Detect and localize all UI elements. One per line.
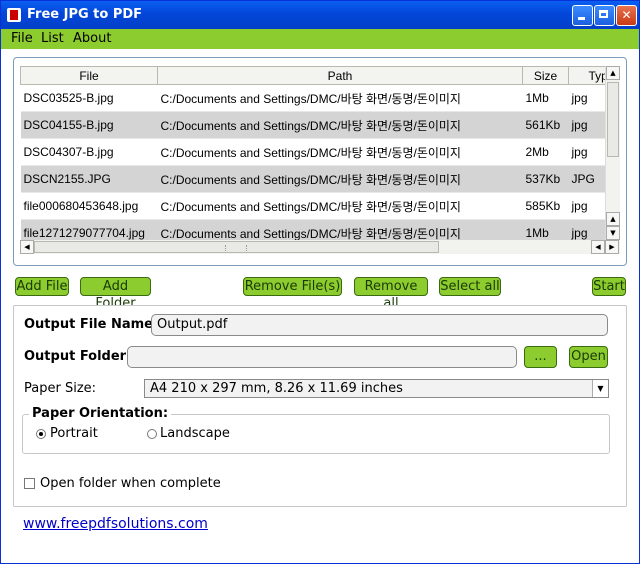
cell-file: file000680453648.jpg (20, 192, 158, 220)
table-row[interactable]: file1271279077704.jpg C:/Documents and S… (20, 219, 612, 240)
website-link[interactable]: www.freepdfsolutions.com (23, 516, 208, 532)
landscape-radio[interactable] (147, 429, 157, 439)
settings-panel: Output File Name: Output.pdf Output Fold… (13, 305, 627, 507)
cell-file: DSC04155-B.jpg (20, 111, 158, 139)
browse-folder-button[interactable]: ... (524, 346, 557, 368)
cell-file: DSC03525-B.jpg (20, 84, 158, 112)
column-header-path[interactable]: Path (157, 66, 523, 85)
cell-size: 2Mb (522, 138, 569, 166)
cell-size: 561Kb (522, 111, 569, 139)
cell-path: C:/Documents and Settings/DMC/바탕 화면/동명/돈… (157, 111, 523, 139)
paper-size-select[interactable]: A4 210 x 297 mm, 8.26 x 11.69 inches ▼ (144, 379, 609, 398)
app-window: Free JPG to PDF ✕ File List About File P… (0, 0, 640, 564)
minimize-icon (573, 6, 592, 25)
cell-size: 537Kb (522, 165, 569, 193)
file-list-grid[interactable]: File Path Size Type DSC03525-B.jpg C:/Do… (20, 66, 612, 240)
output-folder-label: Output Folder: (24, 349, 132, 364)
cell-file: DSCN2155.JPG (20, 165, 158, 193)
title-bar[interactable]: Free JPG to PDF ✕ (1, 1, 639, 29)
scroll-up-icon[interactable]: ▲ (606, 66, 620, 80)
cell-path: C:/Documents and Settings/DMC/바탕 화면/동명/돈… (157, 138, 523, 166)
table-row[interactable]: DSC03525-B.jpg C:/Documents and Settings… (20, 84, 612, 112)
paper-orientation-group: Paper Orientation: Portrait Landscape (22, 406, 610, 454)
output-file-input[interactable]: Output.pdf (151, 314, 608, 336)
add-folder-button[interactable]: Add Folder (80, 277, 151, 311)
output-folder-input[interactable] (127, 346, 517, 368)
close-icon: ✕ (621, 8, 632, 22)
close-button[interactable]: ✕ (616, 5, 637, 26)
chevron-down-icon[interactable]: ▼ (592, 380, 608, 397)
paper-size-label: Paper Size: (24, 381, 97, 396)
table-row[interactable]: DSC04155-B.jpg C:/Documents and Settings… (20, 111, 612, 139)
landscape-label[interactable]: Landscape (160, 426, 230, 441)
main-content: File Path Size Type DSC03525-B.jpg C:/Do… (1, 49, 639, 563)
output-file-label: Output File Name: (24, 317, 159, 332)
menu-list[interactable]: List (41, 31, 64, 46)
start-button[interactable]: Start (592, 277, 626, 296)
cell-path: C:/Documents and Settings/DMC/바탕 화면/동명/돈… (157, 165, 523, 193)
horizontal-scrollbar[interactable]: ◀ ◀ ▶ (20, 240, 620, 254)
pdf-app-icon (7, 8, 21, 22)
menu-file[interactable]: File (11, 31, 33, 46)
select-all-button[interactable]: Select all (439, 277, 501, 296)
menu-about[interactable]: About (73, 31, 111, 46)
open-folder-checkbox-label[interactable]: Open folder when complete (40, 476, 221, 491)
table-row[interactable]: DSC04307-B.jpg C:/Documents and Settings… (20, 138, 612, 166)
remove-all-button[interactable]: Remove all (354, 277, 428, 311)
window-title: Free JPG to PDF (27, 7, 143, 22)
table-row[interactable]: file000680453648.jpg C:/Documents and Se… (20, 192, 612, 220)
cell-file: DSC04307-B.jpg (20, 138, 158, 166)
cell-path: C:/Documents and Settings/DMC/바탕 화면/동명/돈… (157, 84, 523, 112)
file-list-panel: File Path Size Type DSC03525-B.jpg C:/Do… (13, 57, 627, 266)
paper-size-value: A4 210 x 297 mm, 8.26 x 11.69 inches (150, 381, 403, 396)
minimize-button[interactable] (572, 5, 593, 26)
cell-path: C:/Documents and Settings/DMC/바탕 화면/동명/돈… (157, 219, 523, 240)
grip-icon (225, 245, 247, 251)
add-file-button[interactable]: Add File (15, 277, 69, 296)
scroll-left-icon[interactable]: ◀ (591, 240, 605, 254)
cell-size: 585Kb (522, 192, 569, 220)
scroll-down-icon[interactable]: ▼ (606, 226, 620, 240)
vertical-scrollbar[interactable]: ▲ ▲ ▼ (605, 66, 620, 240)
column-header-file[interactable]: File (20, 66, 158, 85)
cell-path: C:/Documents and Settings/DMC/바탕 화면/동명/돈… (157, 192, 523, 220)
paper-orientation-label: Paper Orientation: (29, 406, 172, 421)
portrait-radio[interactable] (36, 429, 46, 439)
cell-size: 1Mb (522, 219, 569, 240)
maximize-button[interactable] (594, 5, 615, 26)
scroll-left-icon[interactable]: ◀ (20, 240, 34, 254)
menu-bar: File List About (1, 29, 639, 49)
remove-files-button[interactable]: Remove File(s) (243, 277, 342, 296)
maximize-icon (595, 6, 614, 25)
vertical-scroll-thumb[interactable] (607, 82, 619, 157)
portrait-label[interactable]: Portrait (50, 426, 98, 441)
scroll-up-icon[interactable]: ▲ (606, 212, 620, 226)
column-header-size[interactable]: Size (522, 66, 569, 85)
horizontal-scroll-thumb[interactable] (34, 241, 439, 253)
table-row[interactable]: DSCN2155.JPG C:/Documents and Settings/D… (20, 165, 612, 193)
cell-file: file1271279077704.jpg (20, 219, 158, 240)
cell-size: 1Mb (522, 84, 569, 112)
open-folder-button[interactable]: Open (569, 346, 608, 368)
open-folder-checkbox[interactable] (24, 478, 35, 489)
scroll-right-icon[interactable]: ▶ (605, 240, 619, 254)
